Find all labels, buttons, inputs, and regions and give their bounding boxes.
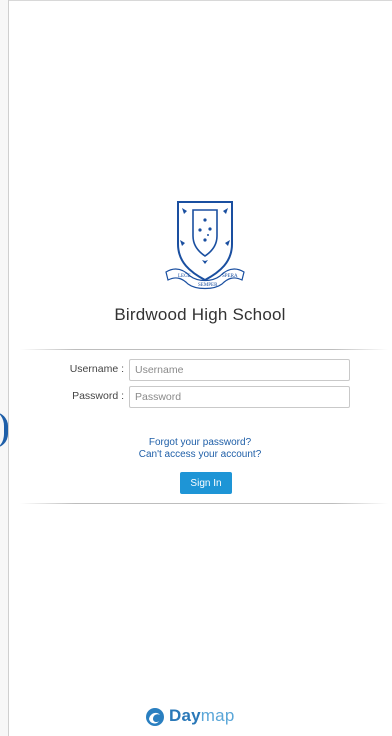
divider-bottom: [20, 503, 388, 504]
cant-access-account-link[interactable]: Can't access your account?: [8, 449, 392, 460]
username-input[interactable]: [129, 359, 350, 381]
window-left-border: [0, 0, 9, 736]
crest-motto-left: LEGE: [178, 274, 191, 279]
school-crest-logo: LEGE SEMPER SPERA: [165, 201, 245, 290]
password-label: Password :: [72, 390, 124, 402]
daymap-swirl-icon: [146, 708, 164, 726]
daymap-logo-light: map: [200, 706, 235, 725]
window-top-border: [0, 0, 392, 1]
daymap-logo: Daymap: [145, 704, 275, 730]
divider-top: [20, 349, 388, 350]
sign-in-button[interactable]: Sign In: [180, 472, 232, 494]
password-row: Password :: [30, 386, 350, 408]
password-input[interactable]: [129, 386, 350, 408]
crest-motto-center: SEMPER: [198, 283, 218, 288]
daymap-logo-bold: Day: [169, 706, 201, 725]
daymap-logo-text: Daymap: [169, 706, 234, 726]
crest-motto-right: SPERA: [222, 274, 238, 279]
forgot-password-link[interactable]: Forgot your password?: [8, 437, 392, 448]
login-page: LEGE SEMPER SPERA Birdwood High School U…: [0, 0, 392, 736]
username-row: Username :: [30, 359, 350, 381]
username-label: Username :: [69, 363, 124, 375]
school-name: Birdwood High School: [114, 305, 286, 324]
